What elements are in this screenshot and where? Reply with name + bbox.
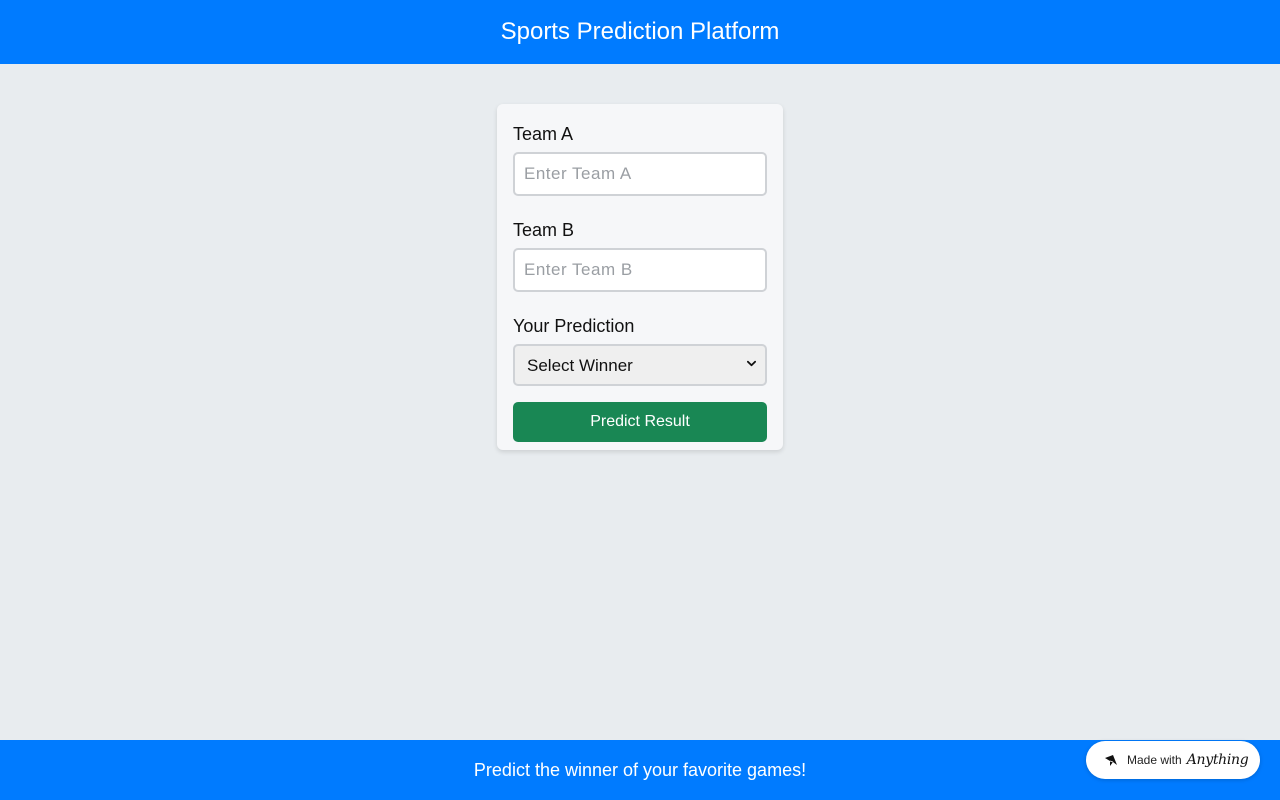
made-with-text: Made with [1127, 753, 1182, 767]
prediction-select[interactable]: Select Winner [513, 344, 767, 386]
brand-name: Anything [1186, 752, 1249, 768]
predict-result-button[interactable]: Predict Result [513, 402, 767, 442]
team-a-label: Team A [513, 124, 574, 144]
team-b-label: Team B [513, 220, 575, 240]
made-with-anything-badge[interactable]: Made with Anything [1086, 741, 1260, 779]
prediction-select-wrapper: Select Winner [513, 344, 767, 386]
prediction-form-card: Team A Team B Your Prediction Select Win… [497, 104, 783, 450]
footer-text: Predict the winner of your favorite game… [473, 759, 807, 780]
page-title: Sports Prediction Platform [500, 18, 780, 45]
top-header: Sports Prediction Platform [0, 0, 1280, 64]
anything-logo-icon [1105, 754, 1117, 766]
team-a-input[interactable] [513, 152, 767, 196]
team-b-input[interactable] [513, 248, 767, 292]
prediction-label: Your Prediction [513, 316, 635, 336]
